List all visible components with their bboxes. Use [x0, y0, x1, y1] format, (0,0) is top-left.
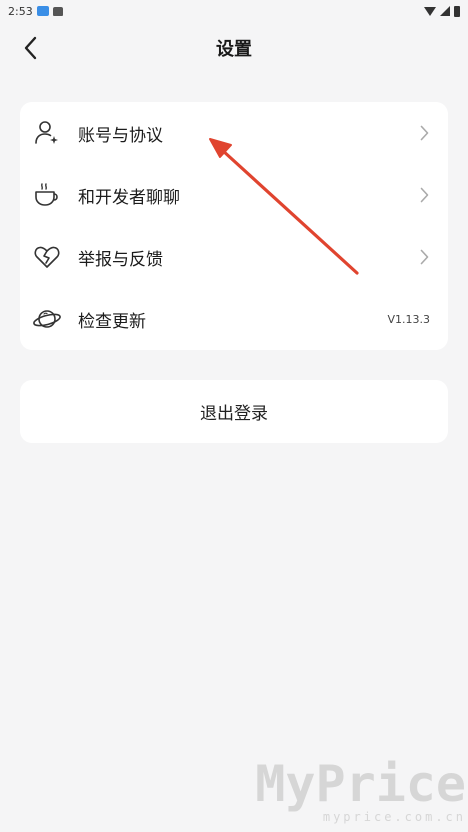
chevron-left-icon — [24, 36, 37, 60]
user-star-icon — [32, 118, 62, 148]
status-right — [424, 5, 460, 17]
watermark-main: MyPrice — [255, 755, 466, 813]
logout-button[interactable]: 退出登录 — [20, 380, 448, 443]
logout-label: 退出登录 — [200, 404, 268, 424]
status-left: 2:53 — [8, 5, 63, 18]
back-button[interactable] — [14, 32, 46, 64]
settings-item-label: 和开发者聊聊 — [78, 187, 180, 208]
chevron-right-icon — [418, 249, 430, 265]
settings-item-label: 账号与协议 — [78, 125, 163, 146]
watermark-logo: MyPrice myprice.com.cn — [255, 758, 466, 824]
settings-item-account-agreement[interactable]: 账号与协议 — [20, 102, 448, 164]
chevron-right-icon — [418, 187, 430, 203]
broken-heart-icon — [32, 242, 62, 272]
settings-item-label: 举报与反馈 — [78, 249, 163, 270]
wifi-icon — [424, 6, 436, 16]
battery-icon — [454, 5, 460, 17]
planet-icon — [32, 304, 62, 334]
version-value: V1.13.3 — [387, 312, 430, 326]
nav-bar: 设置 — [0, 22, 468, 74]
coffee-cup-icon — [32, 180, 62, 210]
settings-item-label: 检查更新 — [78, 311, 146, 332]
settings-item-chat-developer[interactable]: 和开发者聊聊 — [20, 164, 448, 226]
settings-card: 账号与协议 和开发者聊聊 举报与反馈 检查更新 V1.13.3 — [20, 102, 448, 350]
status-bar: 2:53 — [0, 0, 468, 22]
notification-app-icon — [36, 6, 49, 16]
status-time: 2:53 — [8, 4, 33, 18]
notification-cat-icon — [52, 6, 63, 16]
signal-icon — [440, 6, 450, 16]
settings-item-report-feedback[interactable]: 举报与反馈 — [20, 226, 448, 288]
settings-item-check-update[interactable]: 检查更新 V1.13.3 — [20, 288, 448, 350]
page-title: 设置 — [216, 39, 252, 60]
chevron-right-icon — [418, 125, 430, 141]
